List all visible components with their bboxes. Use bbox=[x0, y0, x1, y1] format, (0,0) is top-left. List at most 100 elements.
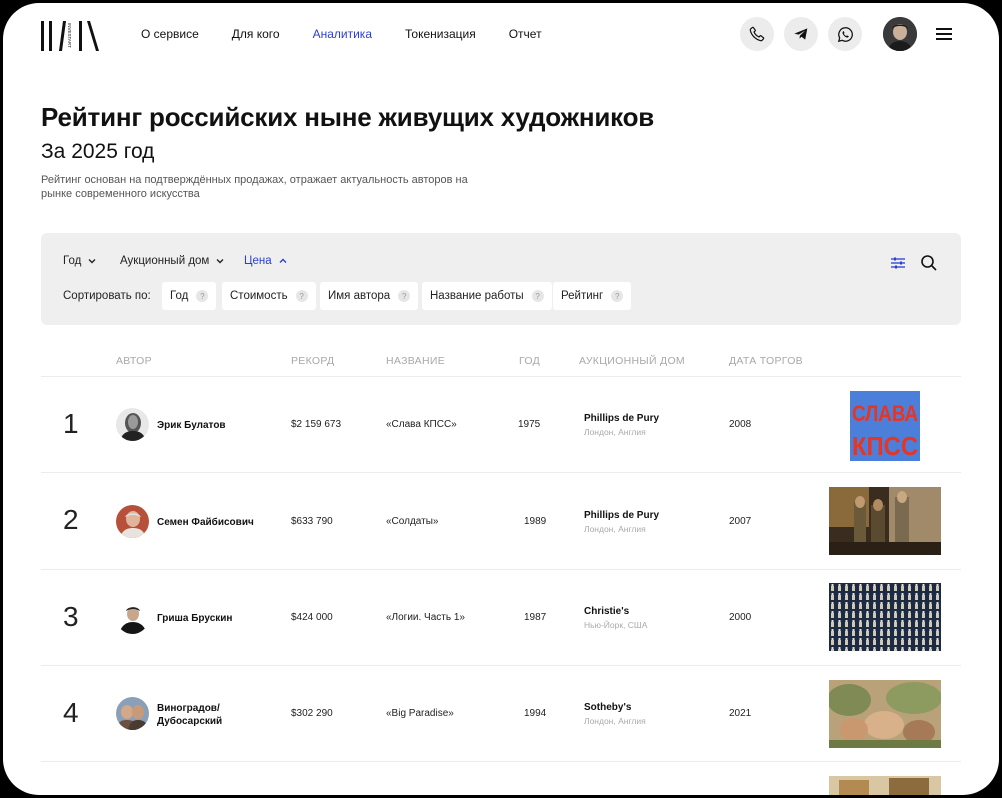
nav-about[interactable]: О сервисе bbox=[141, 27, 199, 41]
column-header-record[interactable]: РЕКОРД bbox=[291, 355, 334, 367]
svg-text:СЛАВА: СЛАВА bbox=[852, 401, 918, 426]
avatar[interactable] bbox=[883, 17, 917, 51]
svg-text:INVESTART: INVESTART bbox=[67, 23, 72, 48]
record-price: $302 290 bbox=[291, 708, 333, 719]
artwork-year: 1989 bbox=[524, 516, 547, 527]
artwork-title: «Big Paradise» bbox=[386, 708, 454, 719]
help-icon[interactable]: ? bbox=[196, 290, 209, 302]
rank-number: 1 bbox=[63, 408, 79, 439]
chevron-down-icon bbox=[216, 259, 224, 264]
record-price: $2 159 673 bbox=[291, 419, 342, 430]
page-subtitle: За 2025 год bbox=[41, 140, 155, 163]
filter-panel: Год Аукционный дом Цена Сортировать по: … bbox=[41, 233, 961, 325]
chip-label: Имя автора bbox=[328, 290, 391, 302]
rank-number: 3 bbox=[63, 601, 79, 632]
filter-price-dropdown[interactable]: Цена bbox=[244, 255, 288, 267]
help-icon[interactable]: ? bbox=[398, 290, 411, 302]
author-avatar bbox=[116, 408, 149, 441]
nav-analytics[interactable]: Аналитика bbox=[313, 27, 372, 41]
filter-auction-dropdown[interactable]: Аукционный дом bbox=[120, 255, 225, 267]
sort-by-rating-chip[interactable]: Рейтинг ? bbox=[553, 282, 632, 310]
artwork-thumbnail[interactable] bbox=[829, 680, 941, 748]
author-avatar bbox=[116, 601, 149, 634]
help-icon[interactable]: ? bbox=[611, 290, 624, 302]
nav-for-whom[interactable]: Для кого bbox=[232, 27, 280, 41]
auction-house: Sotheby's bbox=[584, 702, 632, 713]
nav-tokenization[interactable]: Токенизация bbox=[405, 27, 476, 41]
rank-number: 2 bbox=[63, 504, 79, 535]
telegram-icon bbox=[794, 28, 808, 40]
sort-label: Сортировать по: bbox=[63, 290, 151, 302]
menu-icon[interactable] bbox=[936, 28, 952, 40]
chip-label: Рейтинг bbox=[561, 290, 604, 302]
main-nav: О сервисе Для кого Аналитика Токенизация… bbox=[141, 27, 575, 41]
sort-by-author-chip[interactable]: Имя автора ? bbox=[320, 282, 419, 310]
artwork-thumbnail-partial[interactable] bbox=[829, 776, 941, 795]
artwork-thumbnail[interactable]: СЛАВА КПСС bbox=[850, 391, 920, 461]
artwork-title: «Солдаты» bbox=[386, 516, 439, 527]
author-name[interactable]: Виноградов/ Дубосарский bbox=[157, 702, 237, 728]
rank-number: 4 bbox=[63, 697, 79, 728]
divider bbox=[41, 761, 961, 762]
telegram-button[interactable] bbox=[784, 17, 818, 51]
sale-date: 2000 bbox=[729, 612, 752, 623]
filter-label: Год bbox=[63, 255, 82, 267]
column-header-year[interactable]: ГОД bbox=[519, 355, 540, 367]
user-avatar-image bbox=[883, 17, 917, 51]
auction-house: Phillips de Pury bbox=[584, 413, 660, 424]
chip-label: Название работы bbox=[430, 290, 524, 302]
auction-city: Нью-Йорк, США bbox=[584, 620, 648, 630]
artwork-year: 1994 bbox=[524, 708, 547, 719]
help-icon[interactable]: ? bbox=[295, 290, 308, 302]
author-name[interactable]: Эрик Булатов bbox=[157, 419, 226, 432]
help-icon[interactable]: ? bbox=[531, 290, 544, 302]
chevron-up-icon bbox=[279, 258, 287, 263]
divider bbox=[41, 472, 961, 473]
auction-city: Лондон, Англия bbox=[584, 524, 646, 534]
phone-button[interactable] bbox=[740, 17, 774, 51]
sale-date: 2008 bbox=[729, 419, 752, 430]
author-avatar bbox=[116, 697, 149, 730]
artwork-thumbnail[interactable] bbox=[829, 487, 941, 555]
divider bbox=[41, 569, 961, 570]
author-avatar bbox=[116, 505, 149, 538]
sale-date: 2007 bbox=[729, 516, 752, 527]
record-price: $633 790 bbox=[291, 516, 333, 527]
phone-icon bbox=[749, 26, 765, 42]
logo[interactable]: INVESTART bbox=[41, 17, 103, 55]
artwork-year: 1975 bbox=[518, 419, 541, 430]
sort-by-title-chip[interactable]: Название работы ? bbox=[422, 282, 552, 310]
divider bbox=[41, 665, 961, 666]
search-icon[interactable] bbox=[920, 254, 938, 272]
filter-year-dropdown[interactable]: Год bbox=[63, 255, 97, 267]
filter-label: Аукционный дом bbox=[120, 255, 210, 267]
svg-text:КПСС: КПСС bbox=[852, 431, 918, 461]
auction-house: Christie's bbox=[584, 606, 630, 617]
chevron-down-icon bbox=[88, 259, 96, 264]
whatsapp-icon bbox=[837, 26, 853, 42]
nav-report[interactable]: Отчет bbox=[509, 27, 542, 41]
auction-house: Phillips de Pury bbox=[584, 510, 660, 521]
record-price: $424 000 bbox=[291, 612, 333, 623]
filter-label: Цена bbox=[244, 255, 272, 267]
page-frame: INVESTART О сервисе Для кого Аналитика Т… bbox=[3, 3, 999, 795]
column-header-auction-house[interactable]: АУКЦИОННЫЙ ДОМ bbox=[579, 355, 685, 367]
artwork-year: 1987 bbox=[524, 612, 547, 623]
filter-settings-icon[interactable] bbox=[889, 254, 907, 272]
auction-city: Лондон, Англия bbox=[584, 427, 646, 437]
whatsapp-button[interactable] bbox=[828, 17, 862, 51]
author-name[interactable]: Гриша Брускин bbox=[157, 612, 232, 625]
artwork-title: «Слава КПСС» bbox=[386, 419, 457, 430]
author-name[interactable]: Семен Файбисович bbox=[157, 516, 254, 529]
chip-label: Стоимость bbox=[230, 290, 288, 302]
divider bbox=[41, 376, 961, 377]
column-header-title[interactable]: НАЗВАНИЕ bbox=[386, 355, 445, 367]
sort-by-price-chip[interactable]: Стоимость ? bbox=[222, 282, 316, 310]
column-header-author[interactable]: АВТОР bbox=[116, 355, 152, 367]
sort-by-year-chip[interactable]: Год ? bbox=[162, 282, 217, 310]
chip-label: Год bbox=[170, 290, 189, 302]
column-header-sale-date[interactable]: ДАТА ТОРГОВ bbox=[729, 355, 803, 367]
artwork-thumbnail[interactable] bbox=[829, 583, 941, 651]
artwork-title: «Логии. Часть 1» bbox=[386, 612, 465, 623]
page-description: Рейтинг основан на подтверждённых продаж… bbox=[41, 174, 468, 200]
